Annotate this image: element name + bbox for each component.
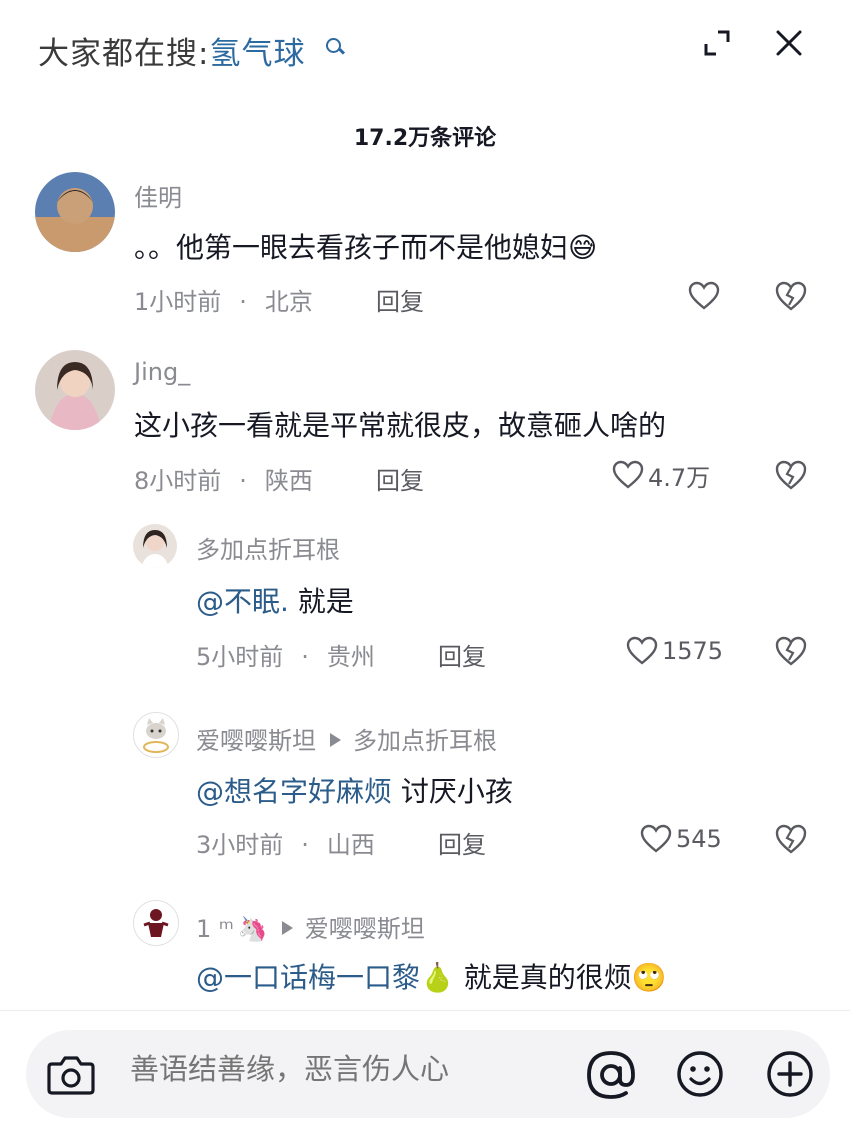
grin-sweat-emoji-icon: 😅 (568, 231, 598, 264)
reply-button[interactable]: 回复 (376, 461, 424, 496)
reply-item: 1 ᵐ 🦄 爱嘤嘤斯坦 @一口话梅一口黎🍐 就是真的很烦🙄 (0, 900, 850, 1010)
broken-heart-icon[interactable] (774, 458, 808, 492)
trending-search-label: 大家都在搜: (38, 36, 210, 72)
reply-button[interactable]: 回复 (438, 825, 486, 860)
flushed-emoji-icon: 🙄 (631, 961, 667, 994)
reply-text: @一口话梅一口黎🍐 就是真的很烦🙄 (196, 961, 667, 994)
mention-link[interactable]: @想名字好麻烦 (196, 775, 392, 808)
avatar[interactable] (133, 524, 177, 568)
comment-count: 17.2万条评论 (353, 126, 497, 151)
reply-username: 爱嘤嘤斯坦 多加点折耳根 (196, 727, 497, 755)
mention-link[interactable]: @不眠. (196, 585, 289, 618)
reply-item: 爱嘤嘤斯坦 多加点折耳根 @想名字好麻烦 讨厌小孩 3小时前 · 山西 回复 545 (0, 712, 850, 872)
expand-icon[interactable] (700, 26, 734, 60)
avatar[interactable] (35, 350, 115, 430)
comment-text: 。。他第一眼去看孩子而不是他媳妇😅 (134, 231, 598, 264)
comment-item: 佳明 。。他第一眼去看孩子而不是他媳妇😅 1小时前 · 北京 回复 (0, 170, 850, 330)
comment-username[interactable]: 佳明 (134, 178, 182, 213)
reply-text: @不眠. 就是 (196, 585, 354, 618)
comment-username[interactable]: Jing_ (134, 358, 190, 386)
avatar[interactable] (35, 172, 115, 252)
reply-username[interactable]: 多加点折耳根 (196, 530, 340, 565)
camera-icon[interactable] (46, 1050, 96, 1098)
pear-emoji-icon: 🍐 (420, 961, 455, 994)
heart-icon (612, 460, 644, 489)
reply-meta: 3小时前 · 山西 (196, 831, 375, 859)
search-icon[interactable] (326, 38, 341, 53)
like-button[interactable]: 1575 (626, 633, 723, 669)
reply-username: 1 ᵐ 🦄 爱嘤嘤斯坦 (196, 915, 425, 943)
comment-item: Jing_ 这小孩一看就是平常就很皮，故意砸人啥的 8小时前 · 陕西 回复 4.7… (0, 350, 850, 510)
plus-icon[interactable] (764, 1048, 816, 1100)
comment-input[interactable] (130, 1052, 550, 1086)
at-icon[interactable] (584, 1048, 638, 1102)
reply-arrow-icon (281, 921, 293, 935)
reply-button[interactable]: 回复 (438, 637, 486, 672)
comment-input-bar (26, 1030, 830, 1118)
comment-text: 这小孩一看就是平常就很皮，故意砸人啥的 (134, 409, 667, 442)
like-button[interactable] (688, 278, 724, 314)
header: 大家都在搜:氢气球 (0, 0, 850, 100)
close-icon[interactable] (772, 26, 806, 60)
footer-divider (0, 1010, 850, 1011)
comment-meta: 8小时前 · 陕西 (134, 467, 313, 495)
reply-arrow-icon (330, 733, 341, 747)
unicorn-emoji-icon: 🦄 (237, 915, 268, 943)
avatar[interactable] (133, 900, 179, 946)
mention-link[interactable]: @一口话梅一口黎 (196, 961, 420, 994)
like-button[interactable]: 4.7万 (612, 457, 710, 493)
reply-text: @想名字好麻烦 讨厌小孩 (196, 775, 513, 808)
heart-icon (626, 636, 658, 665)
broken-heart-icon[interactable] (774, 822, 808, 856)
trending-search[interactable]: 大家都在搜:氢气球 (38, 28, 305, 73)
reply-button[interactable]: 回复 (376, 282, 424, 317)
broken-heart-icon[interactable] (774, 634, 808, 668)
trending-search-term[interactable]: 氢气球 (209, 36, 305, 72)
emoji-icon[interactable] (674, 1048, 726, 1100)
reply-item: 多加点折耳根 @不眠. 就是 5小时前 · 贵州 回复 1575 (0, 522, 850, 682)
avatar[interactable] (133, 712, 179, 758)
comment-meta: 1小时前 · 北京 (134, 288, 313, 316)
broken-heart-icon[interactable] (774, 279, 808, 313)
reply-meta: 5小时前 · 贵州 (196, 643, 375, 671)
heart-icon (640, 824, 672, 853)
like-button[interactable]: 545 (640, 821, 722, 857)
heart-icon (688, 281, 720, 310)
